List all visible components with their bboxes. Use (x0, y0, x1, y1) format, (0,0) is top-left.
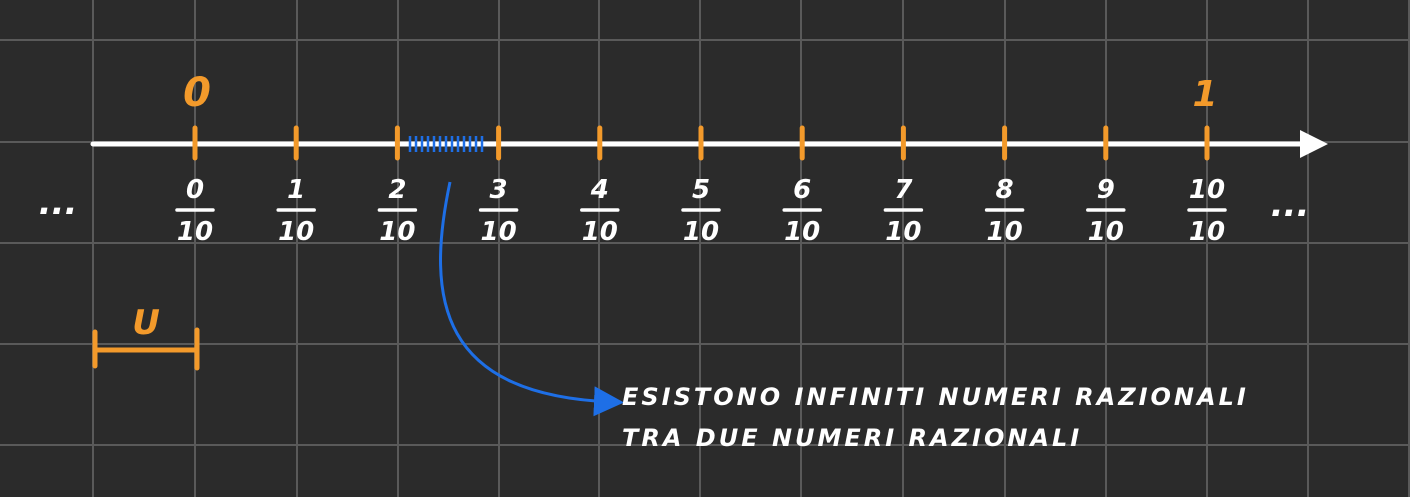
annotation-line-2: TRA DUE NUMERI RAZIONALI (622, 424, 1082, 452)
fraction-denominator: 10 (683, 217, 719, 247)
fraction-denominator: 10 (784, 217, 820, 247)
fraction-numerator: 8 (996, 175, 1014, 205)
fraction-numerator: 10 (1189, 175, 1225, 205)
ellipsis-left: ... (39, 183, 78, 223)
fraction-numerator: 2 (388, 175, 406, 205)
axis-arrowhead (1300, 130, 1328, 158)
fraction-denominator: 10 (987, 217, 1023, 247)
fraction-denominator: 10 (177, 217, 213, 247)
fraction-numerator: 0 (186, 175, 204, 205)
fraction-numerator: 1 (287, 175, 305, 205)
fraction-denominator: 10 (278, 217, 314, 247)
fraction-numerator: 9 (1097, 175, 1115, 205)
fraction-denominator: 10 (1088, 217, 1124, 247)
fraction-denominator: 10 (481, 217, 517, 247)
whiteboard-canvas: 0 10 1 10 2 10 3 10 4 10 5 10 6 10 7 10 8 10 9 10 10 10 0 1 .… (0, 0, 1410, 497)
fraction-denominator: 10 (582, 217, 618, 247)
fraction-denominator: 10 (885, 217, 921, 247)
unit-label: U (132, 303, 160, 343)
fraction-numerator: 3 (490, 175, 508, 205)
fraction-numerator: 4 (590, 175, 609, 205)
fraction-denominator: 10 (379, 217, 415, 247)
one-label: 1 (1192, 74, 1217, 115)
origin-label: 0 (183, 70, 211, 116)
fraction-numerator: 5 (692, 175, 710, 205)
annotation-line-1: ESISTONO INFINITI NUMERI RAZIONALI (622, 383, 1249, 411)
annotation-arrow (439, 181, 624, 417)
fraction-numerator: 7 (894, 175, 913, 205)
dense-interval-hatching (408, 136, 484, 152)
fraction-denominator: 10 (1189, 217, 1225, 247)
fraction-numerator: 6 (793, 175, 811, 205)
fraction-labels: 0 10 1 10 2 10 3 10 4 10 5 10 6 10 7 10 8 10 9 10 10 10 (175, 175, 1227, 247)
ellipsis-right: ... (1271, 185, 1310, 225)
